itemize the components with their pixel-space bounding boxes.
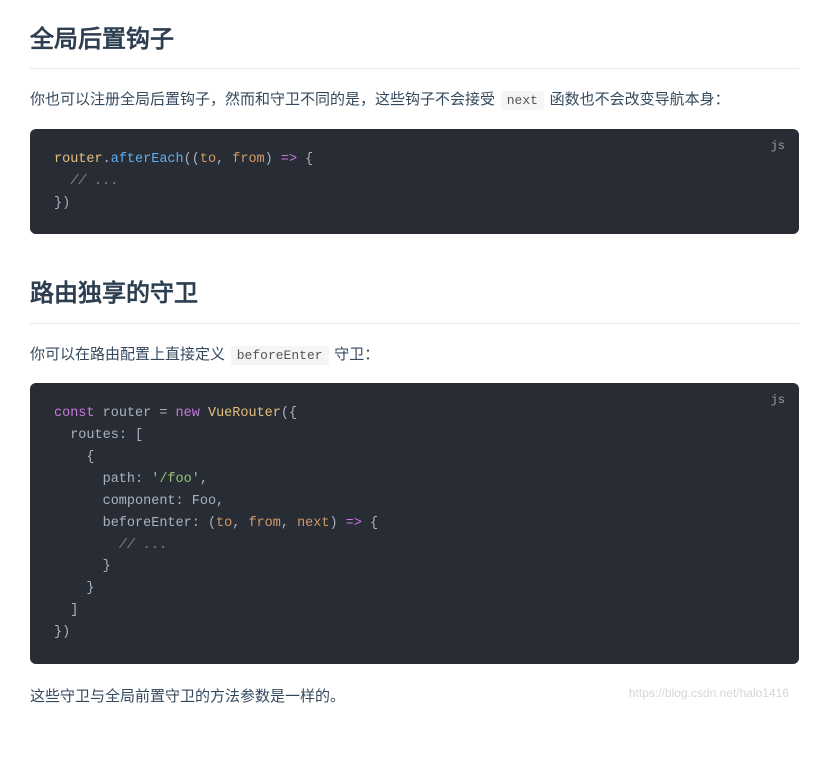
text-before-inline-1: 你也可以注册全局后置钩子，然而和守卫不同的是，这些钩子不会接受 bbox=[30, 90, 499, 108]
section-global-after-hooks: 全局后置钩子 你也可以注册全局后置钩子，然而和守卫不同的是，这些钩子不会接受 n… bbox=[30, 20, 799, 234]
para-outro-2: 这些守卫与全局前置守卫的方法参数是一样的。 bbox=[30, 684, 799, 710]
inline-code-next: next bbox=[501, 91, 544, 110]
text-after-inline-2: 守卫： bbox=[331, 345, 380, 363]
code-lang-label-2: js bbox=[771, 391, 785, 410]
code-content-2: const router = new VueRouter({ routes: [… bbox=[54, 403, 775, 643]
code-content-1: router.afterEach((to, from) => { // ... … bbox=[54, 149, 775, 215]
heading-global-after-hooks: 全局后置钩子 bbox=[30, 20, 799, 69]
heading-route-exclusive-guards: 路由独享的守卫 bbox=[30, 274, 799, 323]
para-intro-2: 你可以在路由配置上直接定义 beforeEnter 守卫： bbox=[30, 342, 799, 368]
text-before-inline-2: 你可以在路由配置上直接定义 bbox=[30, 345, 229, 363]
section-route-exclusive-guards: 路由独享的守卫 你可以在路由配置上直接定义 beforeEnter 守卫： js… bbox=[30, 274, 799, 709]
inline-code-beforeenter: beforeEnter bbox=[231, 346, 329, 365]
code-block-beforeenter: js const router = new VueRouter({ routes… bbox=[30, 383, 799, 663]
text-after-inline-1: 函数也不会改变导航本身： bbox=[546, 90, 730, 108]
para-intro-1: 你也可以注册全局后置钩子，然而和守卫不同的是，这些钩子不会接受 next 函数也… bbox=[30, 87, 799, 113]
code-block-aftereach: js router.afterEach((to, from) => { // .… bbox=[30, 129, 799, 235]
code-lang-label-1: js bbox=[771, 137, 785, 156]
